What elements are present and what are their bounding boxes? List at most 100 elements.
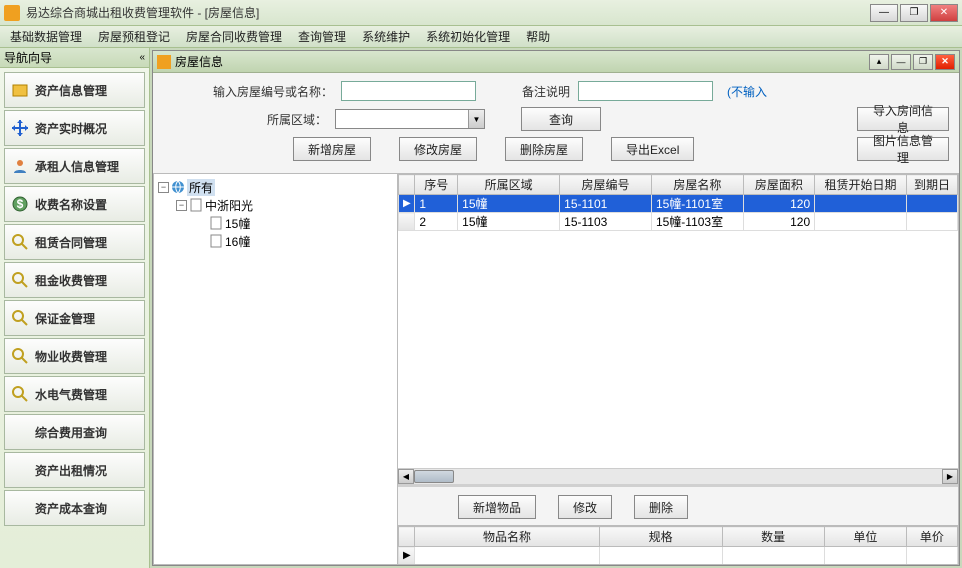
col-price[interactable]: 单价 [906, 527, 957, 547]
nav-property-fee[interactable]: 物业收费管理 [4, 338, 145, 374]
page-icon [189, 198, 203, 212]
child-title-text: 房屋信息 [175, 53, 223, 70]
menu-sys-init[interactable]: 系统初始化管理 [420, 26, 516, 47]
cell: 15幢 [458, 195, 560, 213]
label-room-code: 输入房屋编号或名称： [213, 83, 333, 100]
close-button[interactable]: ✕ [930, 4, 958, 22]
import-rooms-button[interactable]: 导入房间信息 [857, 107, 949, 131]
col-spec[interactable]: 规格 [599, 527, 722, 547]
row-marker-header [399, 175, 415, 195]
col-region[interactable]: 所属区域 [458, 175, 560, 195]
window-titlebar: 易达综合商城出租收费管理软件 - [房屋信息] — ❐ ✕ [0, 0, 962, 26]
menu-basic-data[interactable]: 基础数据管理 [4, 26, 88, 47]
nav-asset-rent-status[interactable]: 资产出租情况 [4, 452, 145, 488]
table-row[interactable]: ▶ [399, 547, 958, 565]
scroll-left-icon[interactable]: ◀ [398, 469, 414, 484]
room-code-input[interactable] [341, 81, 476, 101]
child-minimize-button[interactable]: — [891, 54, 911, 70]
search-icon [11, 233, 29, 251]
edit-room-button[interactable]: 修改房屋 [399, 137, 477, 161]
minimize-button[interactable]: — [870, 4, 898, 22]
scroll-thumb[interactable] [414, 470, 454, 483]
cell: 15-1103 [560, 213, 652, 231]
nav-deposit[interactable]: 保证金管理 [4, 300, 145, 336]
table-row[interactable]: ▶ 1 15幢 15-1101 15幢-1101室 120 [399, 195, 958, 213]
cell: 15幢-1101室 [651, 195, 743, 213]
col-roomname[interactable]: 房屋名称 [651, 175, 743, 195]
col-qty[interactable]: 数量 [722, 527, 824, 547]
nav-utility-fee[interactable]: 水电气费管理 [4, 376, 145, 412]
child-restore-up-button[interactable]: ▴ [869, 54, 889, 70]
nav-combined-query[interactable]: 综合费用查询 [4, 414, 145, 450]
maximize-button[interactable]: ❐ [900, 4, 928, 22]
nav-label: 资产实时概况 [35, 120, 107, 137]
menu-contract-fee[interactable]: 房屋合同收费管理 [180, 26, 288, 47]
nav-asset-info[interactable]: 资产信息管理 [4, 72, 145, 108]
delete-room-button[interactable]: 删除房屋 [505, 137, 583, 161]
nav-rent-fee[interactable]: 租金收费管理 [4, 262, 145, 298]
menu-help[interactable]: 帮助 [520, 26, 556, 47]
svg-text:$: $ [17, 197, 24, 211]
tree-leaf-building[interactable]: 15幢 [192, 214, 395, 232]
nav-label: 物业收费管理 [35, 348, 107, 365]
tree-label: 中浙阳光 [205, 197, 253, 214]
cell: 15-1101 [560, 195, 652, 213]
cell [815, 213, 907, 231]
rooms-table[interactable]: 序号 所属区域 房屋编号 房屋名称 房屋面积 租赁开始日期 到期日 ▶ 1 [398, 174, 958, 231]
col-code[interactable]: 房屋编号 [560, 175, 652, 195]
nav-tenant-info[interactable]: 承租人信息管理 [4, 148, 145, 184]
col-end[interactable]: 到期日 [906, 175, 957, 195]
menu-sys-maint[interactable]: 系统维护 [356, 26, 416, 47]
add-room-button[interactable]: 新增房屋 [293, 137, 371, 161]
row-marker: ▶ [399, 547, 415, 565]
edit-item-button[interactable]: 修改 [558, 495, 612, 519]
tree-collapse-icon[interactable]: − [176, 200, 187, 211]
search-form: 输入房屋编号或名称： 备注说明 (不输入 所属区域： ▼ 查询 导入房间信息 [153, 73, 959, 174]
globe-icon [171, 180, 185, 194]
row-marker [399, 213, 415, 231]
nav-fee-name[interactable]: $收费名称设置 [4, 186, 145, 222]
col-start[interactable]: 租赁开始日期 [815, 175, 907, 195]
grid-hscrollbar[interactable]: ◀ ▶ [398, 468, 958, 484]
col-unit[interactable]: 单位 [824, 527, 906, 547]
tree-node-region[interactable]: − 中浙阳光 [174, 196, 395, 214]
menubar: 基础数据管理 房屋预租登记 房屋合同收费管理 查询管理 系统维护 系统初始化管理… [0, 26, 962, 48]
person-icon [11, 157, 29, 175]
nav-label: 保证金管理 [35, 310, 95, 327]
search-icon [11, 309, 29, 327]
child-window-icon [157, 55, 171, 69]
nav-asset-cost-query[interactable]: 资产成本查询 [4, 490, 145, 526]
nav-label: 综合费用查询 [35, 424, 107, 441]
picture-manage-button[interactable]: 图片信息管理 [857, 137, 949, 161]
search-icon [11, 347, 29, 365]
export-excel-button[interactable]: 导出Excel [611, 137, 694, 161]
col-item-name[interactable]: 物品名称 [415, 527, 599, 547]
nav-collapse-icon[interactable]: « [139, 52, 145, 63]
nav-asset-realtime[interactable]: 资产实时概况 [4, 110, 145, 146]
region-combo[interactable]: ▼ [335, 109, 485, 129]
tree-collapse-icon[interactable]: − [158, 182, 169, 193]
no-input-link[interactable]: (不输入 [727, 83, 767, 100]
items-table[interactable]: 物品名称 规格 数量 单位 单价 ▶ [398, 526, 958, 564]
col-area[interactable]: 房屋面积 [743, 175, 814, 195]
tree-leaf-building[interactable]: 16幢 [192, 232, 395, 250]
folder-icon [11, 81, 29, 99]
tree-root[interactable]: − 所有 [156, 178, 395, 196]
scroll-right-icon[interactable]: ▶ [942, 469, 958, 484]
child-close-button[interactable]: ✕ [935, 54, 955, 70]
page-icon [209, 234, 223, 248]
query-button[interactable]: 查询 [521, 107, 601, 131]
remark-input[interactable] [578, 81, 713, 101]
table-row[interactable]: 2 15幢 15-1103 15幢-1103室 120 [399, 213, 958, 231]
nav-body: 资产信息管理 资产实时概况 承租人信息管理 $收费名称设置 租赁合同管理 租金收… [0, 68, 149, 530]
child-restore-button[interactable]: ❐ [913, 54, 933, 70]
col-seq[interactable]: 序号 [415, 175, 458, 195]
search-icon [11, 385, 29, 403]
cell [906, 195, 957, 213]
nav-title: 导航向导 [4, 49, 52, 66]
nav-lease-contract[interactable]: 租赁合同管理 [4, 224, 145, 260]
delete-item-button[interactable]: 删除 [634, 495, 688, 519]
menu-pre-rent[interactable]: 房屋预租登记 [92, 26, 176, 47]
add-item-button[interactable]: 新增物品 [458, 495, 536, 519]
menu-query[interactable]: 查询管理 [292, 26, 352, 47]
